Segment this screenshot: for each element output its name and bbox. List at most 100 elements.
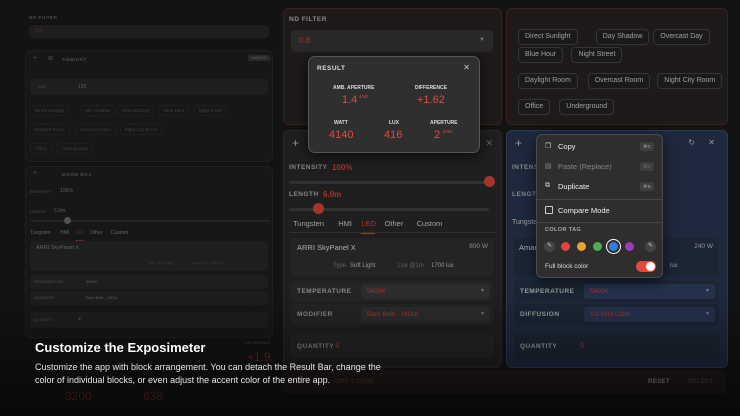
tab-other[interactable]: Other [385, 219, 404, 228]
intensity-slider-handle[interactable] [484, 176, 495, 187]
tab-led[interactable]: LED [75, 230, 85, 236]
tab-hmi[interactable]: HMI [338, 219, 352, 228]
fixture-card[interactable]: ARRI SkyPanel X 800 W Type Soft Light Lu… [291, 238, 494, 276]
close-icon[interactable]: ✕ [463, 63, 470, 72]
eyedropper-left-button[interactable]: ✎ [544, 241, 555, 252]
grid-icon[interactable]: ⊞ [48, 55, 53, 62]
quantity-field[interactable]: QUANTITY 4 [30, 312, 268, 328]
reset-button[interactable]: RESET [648, 378, 670, 385]
close-icon[interactable]: ✕ [708, 138, 715, 147]
tabs-divider [289, 232, 496, 233]
tab-tungsten[interactable]: Tungsten [30, 230, 51, 236]
lux-field[interactable]: Lux 125 [30, 79, 268, 95]
ambient-chip[interactable]: Overcast Room [587, 73, 651, 89]
add-icon[interactable]: + [33, 55, 37, 62]
color-swatch[interactable] [577, 242, 586, 251]
lux-value: 416 [384, 129, 403, 141]
ambient-block[interactable]: + ⊞ AMBIENT AMBIENT Lux 125 Direct Sunli… [25, 50, 273, 162]
lux-label: LUX [389, 120, 399, 126]
temperature-label: TEMPERATURE [297, 288, 352, 295]
add-icon[interactable]: + [33, 170, 37, 177]
bg-watt-value: 3200 [65, 389, 92, 403]
tab-other[interactable]: Other [90, 230, 103, 236]
ambient-chips-panel: Direct Sunlight Day Shadow Overcast Day Blu… [506, 8, 728, 125]
length-value: 6.0m [323, 190, 342, 199]
ambient-chip[interactable]: Night City Room [119, 124, 163, 135]
temperature-select[interactable]: 5600K ▼ [584, 284, 715, 299]
ambient-chip[interactable]: Sky Shadow [80, 105, 116, 116]
fixture-watt: 240 W [694, 243, 713, 250]
tab-led[interactable]: LED [361, 219, 376, 228]
chevron-down-icon: ▼ [705, 288, 710, 294]
tab-tungsten[interactable]: Tungsten [293, 219, 324, 228]
type-value: Soft Light [350, 263, 376, 269]
nd-filter-select[interactable]: 0.6 [29, 25, 269, 38]
context-menu[interactable]: ❐ Copy ⌘C ▤ Paste (Replace) ⌘V ⧉ Duplica… [536, 134, 663, 278]
color-swatch[interactable] [625, 242, 634, 251]
intensity-label: INTENSITY [289, 164, 328, 171]
quantity-label: QUANTITY [297, 343, 335, 350]
ambient-chip[interactable]: Night Street [571, 47, 623, 63]
ambient-chip[interactable]: Night Street [193, 105, 228, 116]
ambient-chip[interactable]: Day Shadow [595, 29, 650, 45]
color-swatch[interactable] [609, 242, 618, 251]
length-slider-handle[interactable] [313, 203, 324, 214]
ambient-chip[interactable]: Office [518, 99, 551, 115]
aperture-fraction: 6/10 [443, 129, 452, 134]
add-icon[interactable]: + [292, 136, 299, 150]
ambient-chip[interactable]: Night City Room [657, 73, 723, 89]
full-block-toggle[interactable] [636, 261, 656, 272]
ambient-chip[interactable]: Direct Sunlight [518, 29, 578, 45]
intensity-slider-track[interactable] [289, 181, 489, 184]
diffusion-select[interactable]: 1/2 Grid Cloth ▼ [584, 307, 715, 322]
ambient-chip[interactable]: Overcast Room [74, 124, 117, 135]
ambient-chip[interactable]: Overcast Day [117, 105, 155, 116]
tab-custom[interactable]: Custom [417, 219, 443, 228]
ambient-chip[interactable]: Daylight Room [30, 124, 70, 135]
add-icon[interactable]: + [515, 136, 522, 150]
menu-paste[interactable]: ▤ Paste (Replace) ⌘V [537, 160, 662, 174]
ambient-chip[interactable]: Direct Sunlight [30, 105, 70, 116]
quantity-row[interactable]: QUANTITY 4 [291, 334, 494, 358]
ambient-chip[interactable]: Blue Hour [159, 105, 190, 116]
temperature-field[interactable]: TEMPERATURE 5600K [30, 275, 268, 289]
modifier-select[interactable]: Bare Bulb - HiOut ▼ [361, 307, 490, 322]
light-block[interactable]: + ✕ INTENSITY 100% LENGTH 6.0m Tungsten H… [283, 130, 502, 368]
ambient-chip[interactable]: Underground [559, 99, 615, 115]
fixture-type: Type: Soft Light [148, 261, 173, 265]
length-slider-handle[interactable] [64, 217, 71, 224]
difference-label: DIFFERENCE [415, 85, 447, 91]
menu-copy[interactable]: ❐ Copy ⌘C [537, 140, 662, 154]
refresh-icon[interactable]: ↻ [688, 138, 695, 147]
length-label: LENGTH [289, 191, 319, 198]
aperture-value: 2 [434, 129, 441, 141]
ambient-chip[interactable]: Daylight Room [518, 73, 578, 89]
diffusion-value: 1/2 Grid Cloth [590, 311, 631, 318]
ambient-chip[interactable]: Blue Hour [518, 47, 564, 63]
close-icon[interactable]: ✕ [485, 138, 493, 149]
ambient-chip[interactable]: Underground [56, 143, 93, 154]
copy-icon: ❐ [545, 143, 552, 150]
menu-compare[interactable]: Compare Mode [537, 204, 662, 218]
ambient-chip[interactable]: Office [30, 143, 52, 154]
menu-duplicate[interactable]: ⧉ Duplicate ⌘D [537, 180, 662, 194]
temperature-select[interactable]: 5600K ▼ [361, 284, 490, 299]
color-swatch[interactable] [593, 242, 602, 251]
result-popup[interactable]: RESULT ✕ AMB. APERTURE 1.4 4/10 DIFFEREN… [308, 56, 480, 153]
color-swatch[interactable] [561, 242, 570, 251]
tab-custom[interactable]: Custom [111, 230, 128, 236]
ambient-badge: AMBIENT [248, 55, 270, 61]
tab-hmi[interactable]: HMI [60, 230, 69, 236]
nd-filter-value: 0.6 [35, 28, 42, 34]
select-button[interactable]: SELECT [688, 378, 714, 385]
eyedropper-right-button[interactable]: ✎ [645, 241, 656, 252]
moon-box-block[interactable]: + MOON BOX INTENSITY 100% LENGTH 6.0m Tu… [25, 166, 273, 338]
quantity-value: 4 [78, 317, 81, 323]
quantity-row[interactable]: QUANTITY 5 [514, 334, 719, 358]
duplicate-icon: ⧉ [545, 182, 550, 189]
fixture-card[interactable]: ARRI SkyPanel X Type: Soft Light Lux @ 2… [30, 241, 268, 271]
modifier-field[interactable]: MODIFIER Bare Bulb - HiOut [30, 291, 268, 305]
amb-aperture-value: 1.4 [342, 94, 358, 106]
ambient-chip[interactable]: Overcast Day [653, 29, 710, 45]
nd-filter-select[interactable]: 0.6 ▼ [291, 30, 493, 52]
